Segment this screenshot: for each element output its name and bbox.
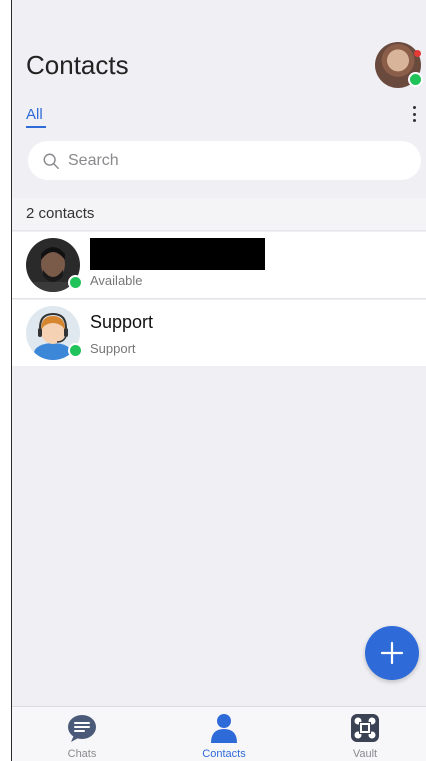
online-status-dot [68, 275, 83, 290]
contact-avatar [26, 238, 83, 292]
contact-row[interactable]: Support Support [12, 300, 426, 366]
app-screen: Contacts All Search 2 contacts Available… [11, 0, 426, 761]
more-options-icon[interactable] [411, 106, 417, 122]
contacts-count: 2 contacts [26, 205, 95, 222]
plus-icon [380, 641, 404, 665]
filter-tab-indicator [26, 126, 46, 128]
contact-avatar [26, 306, 83, 360]
tab-vault[interactable]: Vault [320, 713, 410, 760]
search-placeholder: Search [68, 151, 119, 169]
tab-label-contacts: Contacts [202, 748, 246, 760]
notification-dot [414, 50, 421, 57]
tab-label-vault: Vault [352, 748, 378, 760]
contact-status: Available [90, 273, 143, 288]
add-contact-button[interactable] [365, 626, 419, 680]
contact-name-redacted [90, 238, 265, 270]
person-icon [211, 714, 237, 743]
vault-icon [351, 714, 379, 742]
chat-bubble-icon [68, 715, 96, 742]
page-title: Contacts [26, 50, 129, 80]
contacts-count-header: 2 contacts [12, 198, 426, 231]
search-input[interactable]: Search [28, 141, 421, 180]
tab-chats[interactable]: Chats [37, 713, 127, 760]
online-status-dot [68, 343, 83, 358]
tab-contacts[interactable]: Contacts [179, 713, 269, 760]
contact-row[interactable]: Available [12, 232, 426, 299]
contact-status: Support [90, 341, 136, 356]
bottom-tab-bar: Chats Contacts Vault [12, 706, 426, 761]
online-status-dot [408, 72, 423, 87]
filter-tab-all[interactable]: All [26, 106, 43, 123]
search-icon [43, 153, 59, 169]
profile-avatar-button[interactable] [375, 42, 423, 88]
tab-label-chats: Chats [67, 748, 97, 760]
contact-name: Support [90, 312, 154, 332]
